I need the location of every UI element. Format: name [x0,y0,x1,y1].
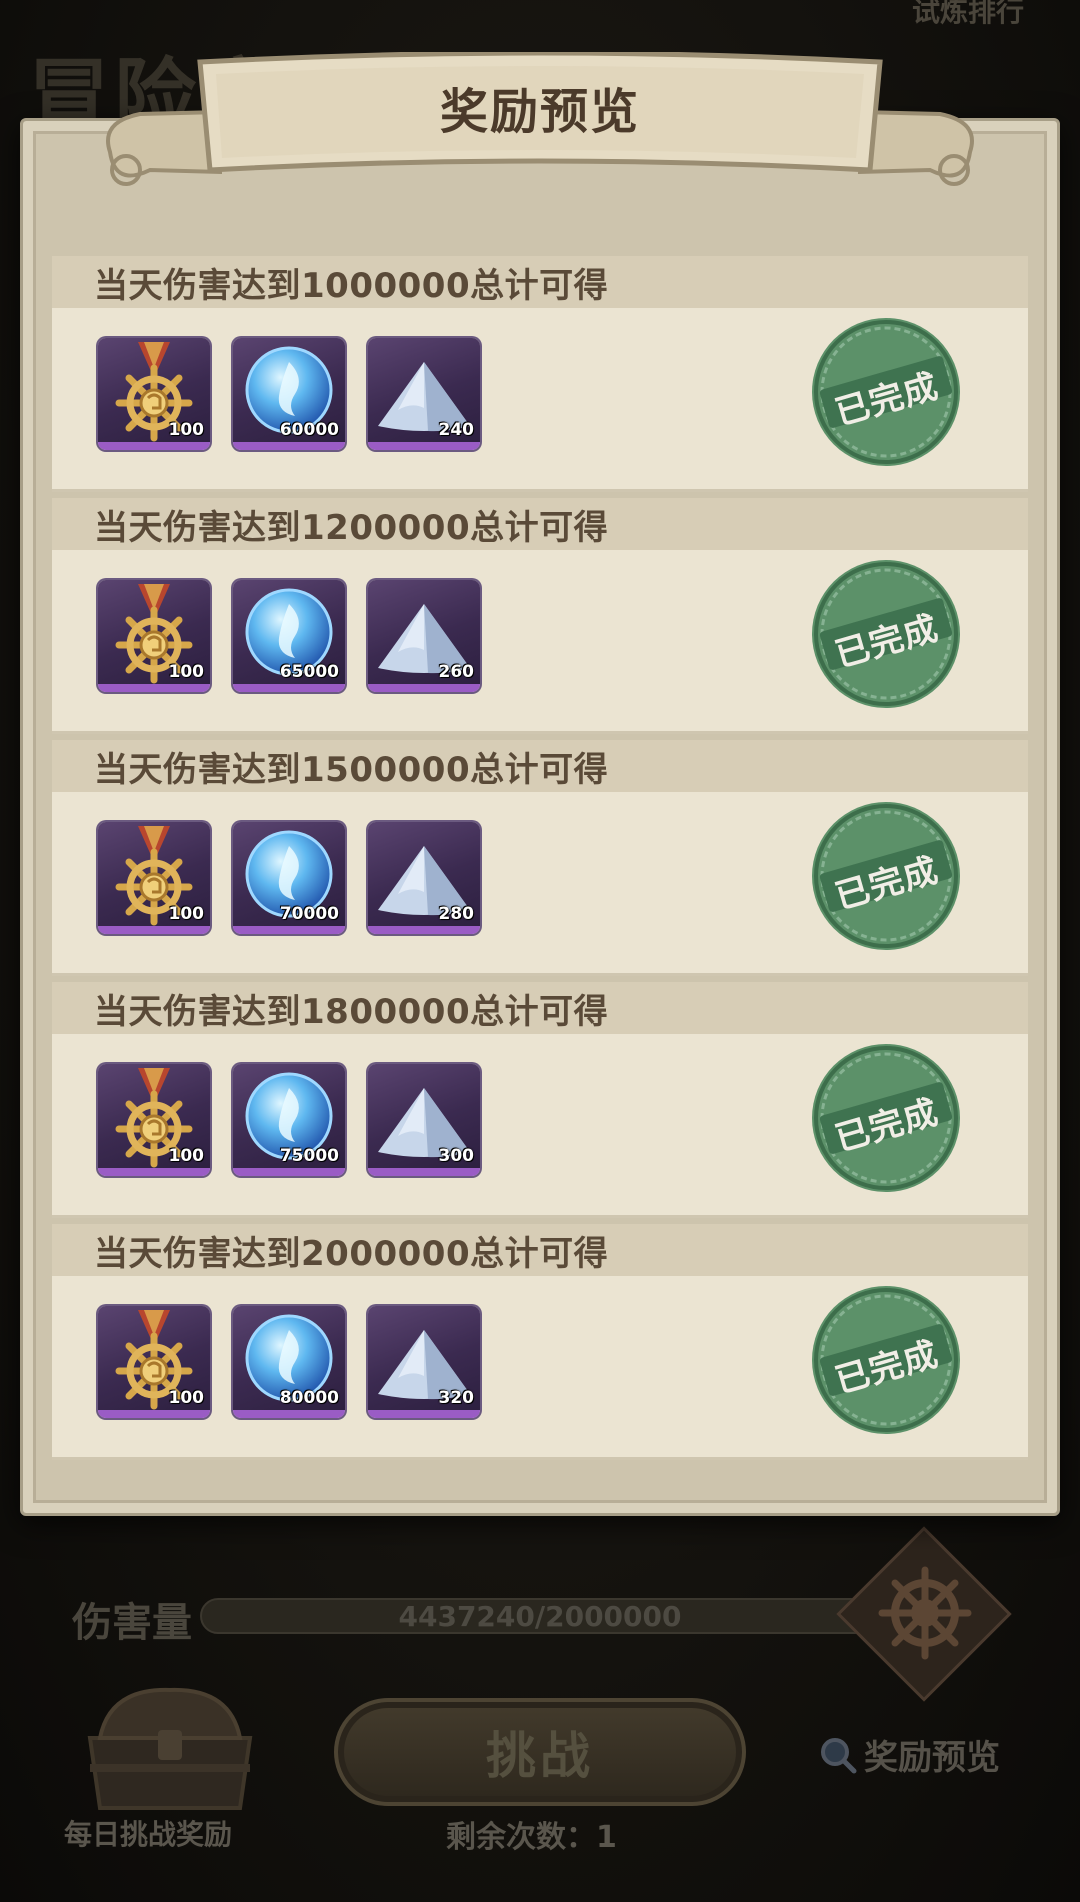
reward-tier-row: 当天伤害达到1200000总计可得 100 65000 260 已完成 [52,498,1028,734]
reward-item[interactable]: 280 [368,822,480,934]
reward-tier-header: 当天伤害达到1800000总计可得 [52,982,1028,1034]
reward-item[interactable]: 300 [368,1064,480,1176]
reward-item[interactable]: 240 [368,338,480,450]
reward-item-quantity: 300 [438,1146,475,1166]
reward-item-quantity: 100 [168,662,205,682]
reward-preview-link[interactable]: 奖励预览 [818,1730,1000,1779]
reward-tier-header: 当天伤害达到2000000总计可得 [52,1224,1028,1276]
reward-tier-label: 当天伤害达到1800000总计可得 [94,991,609,1032]
daily-reward-label: 每日挑战奖励 [64,1818,233,1851]
reward-item-quantity: 100 [168,904,205,924]
reward-item-quantity: 100 [168,1388,205,1408]
reward-tier-row: 当天伤害达到1500000总计可得 100 70000 280 已完成 [52,740,1028,976]
reward-items: 100 65000 260 [98,580,503,692]
reward-tier-header: 当天伤害达到1200000总计可得 [52,498,1028,550]
reward-items: 100 60000 240 [98,338,503,450]
reward-item[interactable]: 65000 [233,580,345,692]
reward-item-quantity: 280 [438,904,475,924]
reward-item-quantity: 75000 [279,1146,339,1166]
reward-item[interactable]: 100 [98,580,210,692]
reward-item-quantity: 65000 [279,662,339,682]
challenge-button-label: 挑战 [486,1727,594,1785]
reward-tier-label: 当天伤害达到2000000总计可得 [94,1233,609,1274]
reward-item-quantity: 260 [438,662,475,682]
reward-items: 100 75000 300 [98,1064,503,1176]
reward-item-quantity: 60000 [279,420,339,440]
reward-item-quantity: 100 [168,420,205,440]
reward-item[interactable]: 260 [368,580,480,692]
reward-item[interactable]: 100 [98,1306,210,1418]
reward-tier-label: 当天伤害达到1500000总计可得 [94,749,609,790]
reward-item-quantity: 70000 [279,904,339,924]
reward-tier-label: 当天伤害达到1200000总计可得 [94,507,609,548]
reward-tier-row: 当天伤害达到1000000总计可得 100 60000 240 已完成 [52,256,1028,492]
reward-tier-row: 当天伤害达到2000000总计可得 100 80000 320 已完成 [52,1224,1028,1460]
reward-tier-header: 当天伤害达到1500000总计可得 [52,740,1028,792]
helm-emblem-icon [878,1566,972,1660]
magnifier-icon [821,1737,857,1773]
reward-items: 100 70000 280 [98,822,503,934]
reward-item-quantity: 80000 [279,1388,339,1408]
modal-title: 奖励预览 [439,84,640,140]
reward-item-quantity: 320 [438,1388,475,1408]
reward-item[interactable]: 70000 [233,822,345,934]
reward-tier-header: 当天伤害达到1000000总计可得 [52,256,1028,308]
remaining-attempts: 剩余次数：1 [446,1820,617,1855]
reward-item[interactable]: 100 [98,822,210,934]
challenge-button[interactable]: 挑战 [334,1698,746,1806]
reward-item-quantity: 240 [438,420,475,440]
ranking-button[interactable]: 试炼排行 [912,0,1024,30]
damage-progress-value: 4437240/2000000 [398,1600,682,1633]
reward-item-quantity: 100 [168,1146,205,1166]
reward-item[interactable]: 80000 [233,1306,345,1418]
reward-item[interactable]: 75000 [233,1064,345,1176]
damage-label: 伤害量 [72,1600,192,1646]
reward-tier-label: 当天伤害达到1000000总计可得 [94,265,609,306]
reward-tier-row: 当天伤害达到1800000总计可得 100 75000 300 已完成 [52,982,1028,1218]
reward-item[interactable]: 100 [98,1064,210,1176]
daily-reward-chest-icon[interactable] [70,1668,270,1818]
reward-item[interactable]: 100 [98,338,210,450]
reward-item[interactable]: 60000 [233,338,345,450]
reward-items: 100 80000 320 [98,1306,503,1418]
reward-item[interactable]: 320 [368,1306,480,1418]
reward-preview-link-label: 奖励预览 [864,1738,1000,1778]
